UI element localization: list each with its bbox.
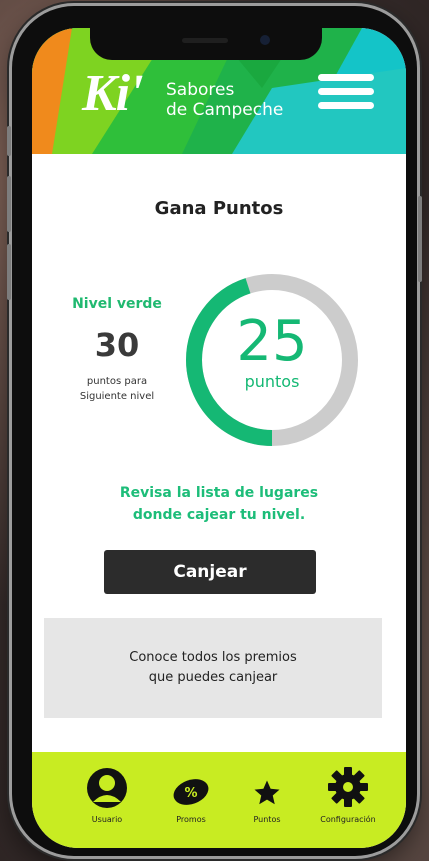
menu-bar [318,74,374,81]
nav-label-promos: Promos [176,815,206,824]
power-button [418,196,422,282]
nav-item-puntos[interactable]: Puntos [232,752,302,848]
bottom-nav: Usuario % Promos Puntos Configuración [32,752,406,848]
menu-bar [318,88,374,95]
hamburger-menu-icon[interactable] [318,74,374,114]
nav-item-configuracion[interactable]: Configuración [308,752,388,848]
logo-line-1: Sabores [166,80,235,100]
volume-up-button [7,176,11,232]
level-info: Nivel verde 30 puntos para Siguiente niv… [62,296,172,404]
menu-bar [318,102,374,109]
nav-item-promos[interactable]: % Promos [156,752,226,848]
level-desc-line-2: Siguiente nivel [79,391,155,402]
points-needed: 30 [94,326,140,364]
redeem-button[interactable]: Canjear [104,550,316,594]
user-icon [87,768,127,808]
level-description: puntos para Siguiente nivel [62,374,172,404]
page-title: Gana Puntos [154,198,284,219]
info-text: Revisa la lista de lugares donde cajear … [32,482,406,526]
level-desc-line-1: puntos para [86,376,148,387]
level-name: Nivel verde [72,296,162,312]
nav-label-configuracion: Configuración [320,815,376,824]
notch [90,28,322,60]
logo-line-2: de Campeche [166,100,284,120]
prizes-card[interactable]: Conoce todos los premios que puedes canj… [44,618,382,718]
svg-text:%: % [184,786,197,801]
star-icon [254,780,280,805]
info-line-1: Revisa la lista de lugares [119,485,319,501]
logo-subtitle: Sabores de Campeche [166,80,283,120]
nav-label-puntos: Puntos [253,815,281,824]
speaker [182,38,228,43]
camera [260,35,270,45]
volume-down-button [7,244,11,300]
gear-icon [328,767,368,807]
points-gauge: 25 puntos [184,272,360,448]
percent-tag-icon: % [173,779,209,805]
silent-switch [7,126,11,156]
prizes-line-2: que puedes canjear [148,670,278,685]
prizes-line-1: Conoce todos los premios [129,650,297,665]
points-unit: puntos [244,372,300,391]
nav-label-usuario: Usuario [91,815,123,824]
nav-item-usuario[interactable]: Usuario [72,752,142,848]
logo-mark: Ki' [82,65,144,122]
info-line-2: donde cajear tu nivel. [132,507,306,523]
phone-screen: Ki' Sabores de Campeche Gana Puntos Nive… [32,28,406,848]
points-value: 25 [236,309,308,374]
